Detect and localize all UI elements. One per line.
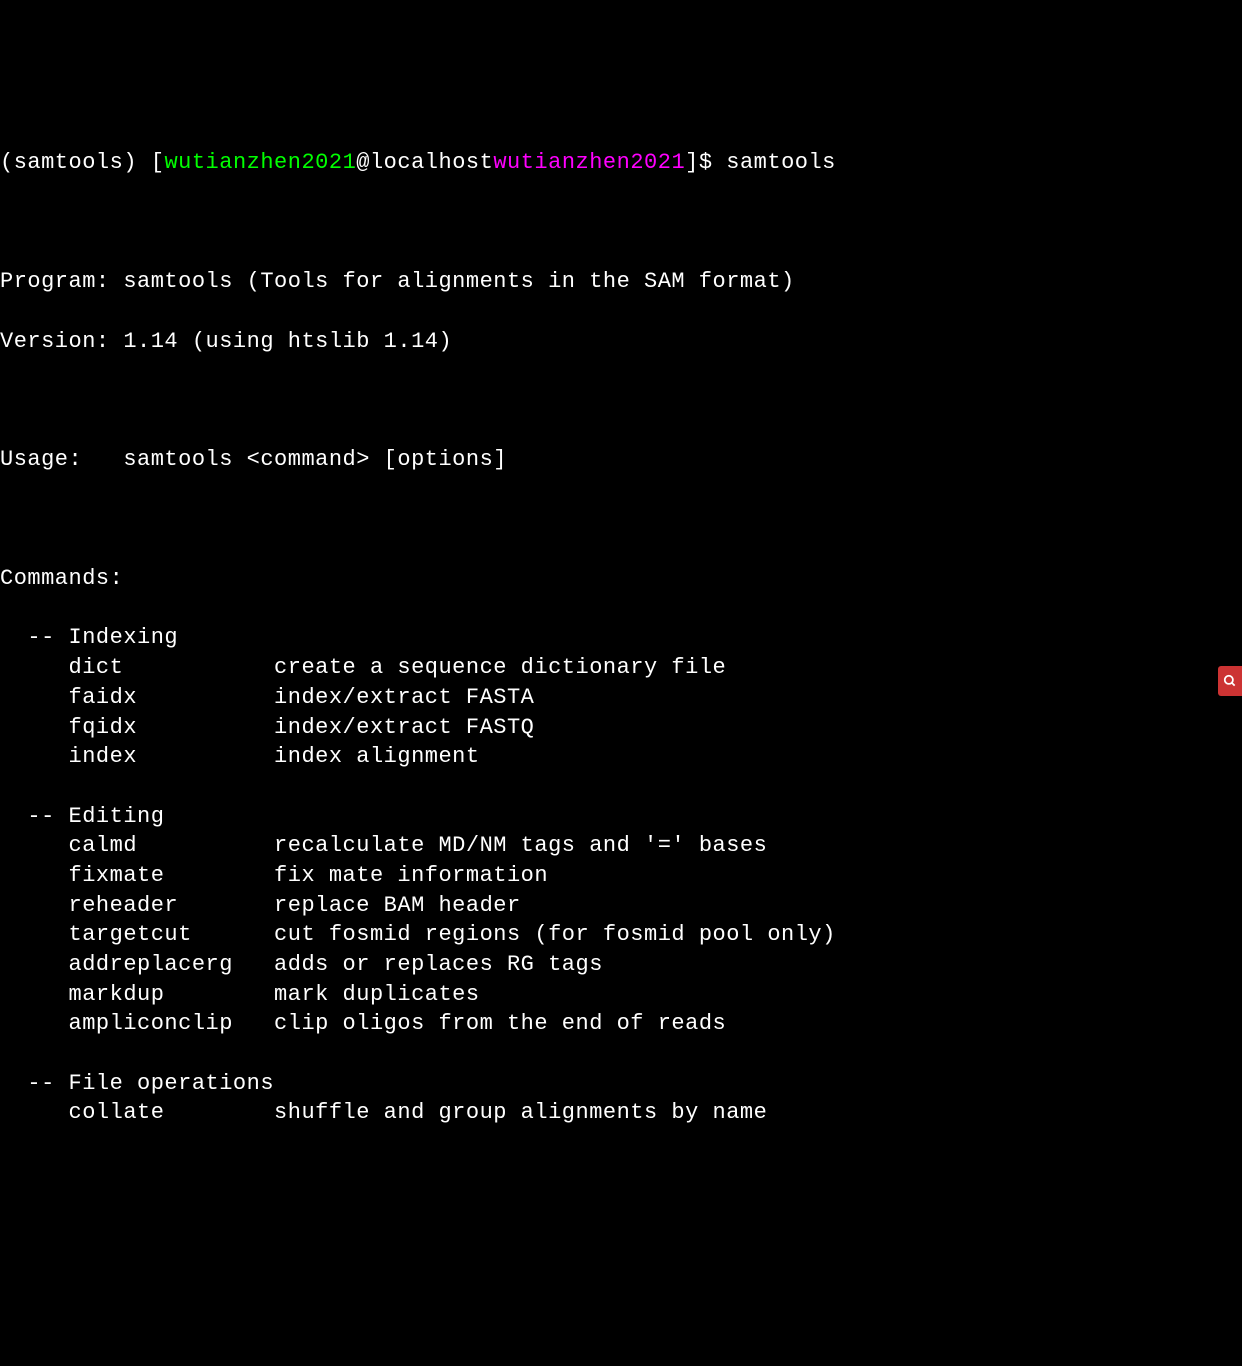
command-name: dict <box>0 655 274 680</box>
command-name: targetcut <box>0 922 274 947</box>
command-description: index/extract FASTA <box>274 685 534 710</box>
blank-line <box>0 1039 1242 1069</box>
prompt-line: (samtools) [wutianzhen2021@localhostwuti… <box>0 148 1242 178</box>
search-icon <box>1223 674 1237 688</box>
program-line: Program: samtools (Tools for alignments … <box>0 267 1242 297</box>
command-description: index/extract FASTQ <box>274 715 534 740</box>
blank-line <box>0 505 1242 535</box>
blank-line <box>0 208 1242 238</box>
command-row: fixmate fix mate information <box>0 861 1242 891</box>
command-description: cut fosmid regions (for fosmid pool only… <box>274 922 836 947</box>
command-name: fixmate <box>0 863 274 888</box>
command-row: calmd recalculate MD/NM tags and '=' bas… <box>0 831 1242 861</box>
command-description: replace BAM header <box>274 893 521 918</box>
command-description: shuffle and group alignments by name <box>274 1100 767 1125</box>
blank-line <box>0 386 1242 416</box>
command-name: markdup <box>0 982 274 1007</box>
command-name: addreplacerg <box>0 952 274 977</box>
prompt-user: wutianzhen2021 <box>164 150 356 175</box>
command-row: reheader replace BAM header <box>0 891 1242 921</box>
prompt-cwd: wutianzhen2021 <box>493 150 685 175</box>
command-name: faidx <box>0 685 274 710</box>
command-description: index alignment <box>274 744 480 769</box>
command-row: fqidx index/extract FASTQ <box>0 713 1242 743</box>
command-row: markdup mark duplicates <box>0 980 1242 1010</box>
command-row: ampliconclip clip oligos from the end of… <box>0 1009 1242 1039</box>
command-name: reheader <box>0 893 274 918</box>
version-line: Version: 1.14 (using htslib 1.14) <box>0 327 1242 357</box>
command-description: mark duplicates <box>274 982 480 1007</box>
command-name: ampliconclip <box>0 1011 274 1036</box>
section-title: -- File operations <box>0 1069 1242 1099</box>
command-name: collate <box>0 1100 274 1125</box>
section-title: -- Indexing <box>0 623 1242 653</box>
command-description: fix mate information <box>274 863 548 888</box>
command-name: calmd <box>0 833 274 858</box>
section-title: -- Editing <box>0 802 1242 832</box>
command-row: faidx index/extract FASTA <box>0 683 1242 713</box>
command-row: addreplacerg adds or replaces RG tags <box>0 950 1242 980</box>
command-description: create a sequence dictionary file <box>274 655 726 680</box>
command-description: recalculate MD/NM tags and '=' bases <box>274 833 767 858</box>
conda-env: samtools <box>14 150 124 175</box>
command-name: index <box>0 744 274 769</box>
command-row: collate shuffle and group alignments by … <box>0 1098 1242 1128</box>
search-indicator[interactable] <box>1218 666 1242 696</box>
terminal-output[interactable]: (samtools) [wutianzhen2021@localhostwuti… <box>0 119 1242 1158</box>
command-description: adds or replaces RG tags <box>274 952 603 977</box>
command-row: targetcut cut fosmid regions (for fosmid… <box>0 920 1242 950</box>
command-description: clip oligos from the end of reads <box>274 1011 726 1036</box>
blank-line <box>0 772 1242 802</box>
usage-line: Usage: samtools <command> [options] <box>0 445 1242 475</box>
command-row: index index alignment <box>0 742 1242 772</box>
command-name: fqidx <box>0 715 274 740</box>
typed-command: samtools <box>726 150 836 175</box>
command-row: dict create a sequence dictionary file <box>0 653 1242 683</box>
prompt-host: localhost <box>370 150 493 175</box>
commands-header: Commands: <box>0 564 1242 594</box>
